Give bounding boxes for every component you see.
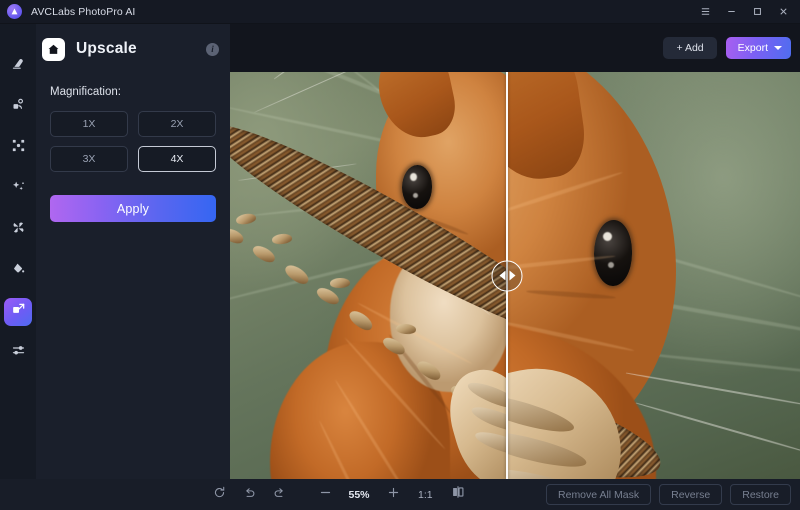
magnification-option-2x[interactable]: 2X xyxy=(138,111,216,137)
rail-item-background-remover[interactable] xyxy=(4,134,32,162)
rail-item-adjust[interactable] xyxy=(4,339,32,367)
chevron-down-icon xyxy=(774,46,782,50)
magnification-option-3x[interactable]: 3X xyxy=(50,146,128,172)
rail-item-retouch-eraser[interactable] xyxy=(4,52,32,80)
reset-icon xyxy=(213,486,226,504)
title-bar: AVCLabs PhotoPro AI xyxy=(0,0,800,24)
zoom-out-button[interactable] xyxy=(310,484,340,506)
redo-button[interactable] xyxy=(264,484,294,506)
adjust-sliders-icon xyxy=(11,343,26,363)
info-icon[interactable]: i xyxy=(206,42,219,56)
main-body: Upscale i Magnification: 1X 2X 3X 4X App… xyxy=(0,24,800,479)
add-button[interactable]: + Add xyxy=(663,37,717,59)
upscaled-artwork xyxy=(506,72,800,479)
image-compare-canvas[interactable] xyxy=(230,72,800,479)
zoom-in-button[interactable] xyxy=(378,484,408,506)
minimize-icon[interactable] xyxy=(718,0,744,24)
zoom-level-value: 55% xyxy=(348,488,370,501)
actual-size-button[interactable]: 1:1 xyxy=(408,489,443,501)
maximize-icon[interactable] xyxy=(744,0,770,24)
close-icon[interactable] xyxy=(770,0,796,24)
restore-button[interactable]: Restore xyxy=(730,484,791,505)
original-image-half xyxy=(230,72,506,479)
rail-item-ai-enhance[interactable] xyxy=(4,175,32,203)
rail-item-object-remover[interactable] xyxy=(4,93,32,121)
tool-rail xyxy=(0,24,36,479)
retouch-eraser-icon xyxy=(11,56,26,76)
magnification-option-1x[interactable]: 1X xyxy=(50,111,128,137)
compare-view-button[interactable] xyxy=(443,484,473,506)
ai-enhance-wand-icon xyxy=(11,179,26,199)
rail-item-upscale[interactable] xyxy=(4,298,32,326)
app-title: AVCLabs PhotoPro AI xyxy=(31,5,136,18)
settings-panel: Upscale i Magnification: 1X 2X 3X 4X App… xyxy=(36,24,230,479)
plus-icon xyxy=(387,486,400,504)
panel-body: Magnification: 1X 2X 3X 4X Apply xyxy=(36,68,230,222)
arrow-left-icon xyxy=(499,270,505,281)
app-window: AVCLabs PhotoPro AI Upscale i Magnificat… xyxy=(0,0,800,510)
home-icon[interactable] xyxy=(42,37,65,61)
apply-button[interactable]: Apply xyxy=(50,195,216,222)
undo-button[interactable] xyxy=(234,484,264,506)
redo-icon xyxy=(273,486,286,504)
rail-item-photo-repair[interactable] xyxy=(4,216,32,244)
magnification-option-4x[interactable]: 4X xyxy=(138,146,216,172)
upscaled-image-half xyxy=(506,72,800,479)
reset-button[interactable] xyxy=(204,484,234,506)
export-button[interactable]: Export xyxy=(725,37,791,59)
page-title: Upscale xyxy=(76,40,137,57)
undo-icon xyxy=(243,486,256,504)
avclabs-logo-icon xyxy=(7,4,22,19)
background-remover-icon xyxy=(11,138,26,158)
panel-header: Upscale i xyxy=(36,30,230,68)
export-button-label: Export xyxy=(737,42,768,54)
remove-all-mask-button[interactable]: Remove All Mask xyxy=(546,484,652,505)
hamburger-menu-icon[interactable] xyxy=(692,0,718,24)
canvas-stage: + Add Export xyxy=(230,24,800,479)
bottom-toolbar: 55% 1:1 Remove All Mask Reverse Restore xyxy=(0,479,800,510)
colorize-bucket-icon xyxy=(11,261,26,281)
upscale-expand-icon xyxy=(11,302,26,322)
compare-slider-handle[interactable] xyxy=(491,260,523,291)
magnification-label: Magnification: xyxy=(50,86,121,98)
photo-repair-icon xyxy=(11,220,26,240)
arrow-right-icon xyxy=(509,270,515,281)
stage-toolbar: + Add Export xyxy=(230,24,800,72)
split-compare-icon xyxy=(451,485,465,504)
photo-viewport xyxy=(230,72,800,479)
object-remover-icon xyxy=(11,97,26,117)
minus-icon xyxy=(319,486,332,504)
reverse-button[interactable]: Reverse xyxy=(659,484,723,505)
original-artwork xyxy=(230,72,506,479)
rail-item-colorize[interactable] xyxy=(4,257,32,285)
magnification-options: 1X 2X 3X 4X xyxy=(50,111,216,172)
